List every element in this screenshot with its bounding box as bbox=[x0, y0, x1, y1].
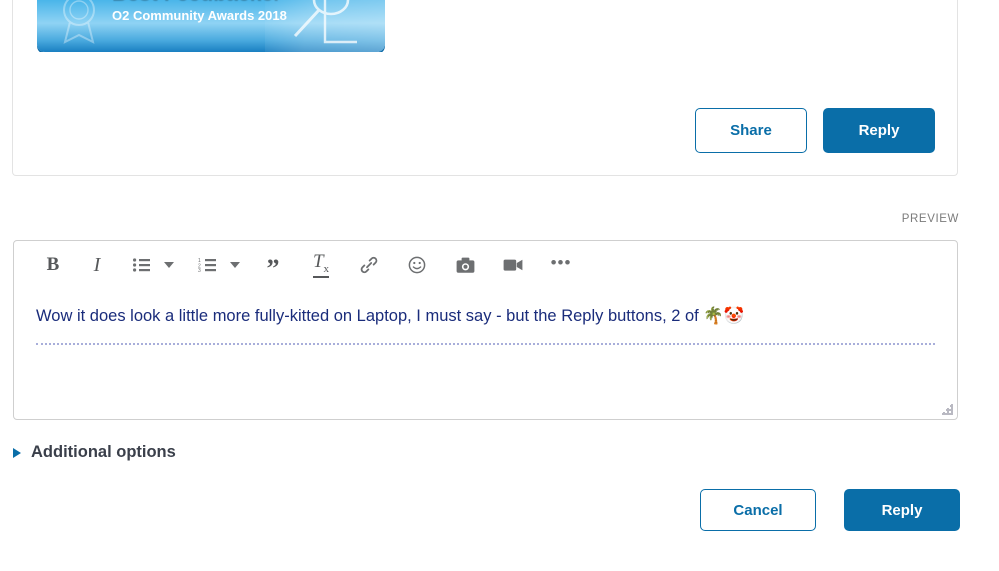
emoji-icon[interactable] bbox=[400, 248, 434, 282]
editor-resize-handle[interactable] bbox=[941, 403, 953, 415]
blockquote-icon[interactable]: ” bbox=[256, 244, 290, 286]
badge-subtitle: O2 Community Awards 2018 bbox=[112, 8, 287, 23]
chevron-right-icon bbox=[13, 447, 21, 458]
editor-divider bbox=[36, 343, 935, 346]
post-actions: Share Reply bbox=[695, 108, 935, 153]
post-card: Best Feedbacker O2 Community Awards 2018… bbox=[12, 0, 958, 176]
submit-reply-button[interactable]: Reply bbox=[844, 489, 960, 531]
editor-text[interactable]: Wow it does look a little more fully-kit… bbox=[36, 305, 935, 327]
award-badge: Best Feedbacker O2 Community Awards 2018 bbox=[37, 0, 385, 52]
numbered-list-caret-icon[interactable] bbox=[224, 248, 246, 282]
additional-options-label: Additional options bbox=[31, 443, 176, 461]
reply-editor: B I 1 2 3 ” Tx ••• Wow it does look a li… bbox=[13, 240, 958, 420]
link-icon[interactable] bbox=[352, 248, 386, 282]
video-icon[interactable] bbox=[496, 248, 530, 282]
svg-text:3: 3 bbox=[198, 268, 201, 272]
numbered-list-icon[interactable]: 1 2 3 bbox=[190, 248, 224, 282]
share-button[interactable]: Share bbox=[695, 108, 807, 153]
clear-formatting-letter: T bbox=[312, 251, 324, 273]
preview-toggle[interactable]: PREVIEW bbox=[902, 213, 959, 225]
clear-formatting-icon[interactable]: Tx bbox=[304, 248, 338, 282]
bold-icon[interactable]: B bbox=[36, 248, 70, 282]
photo-icon[interactable] bbox=[448, 248, 482, 282]
additional-options-toggle[interactable]: Additional options bbox=[13, 443, 176, 462]
form-actions: Cancel Reply bbox=[700, 489, 960, 531]
post-reply-button[interactable]: Reply bbox=[823, 108, 935, 153]
clear-formatting-subscript: x bbox=[323, 262, 330, 275]
italic-icon[interactable]: I bbox=[80, 248, 114, 282]
editor-toolbar: B I 1 2 3 ” Tx ••• bbox=[14, 241, 578, 289]
bulleted-list-caret-icon[interactable] bbox=[158, 248, 180, 282]
award-ribbon-icon bbox=[63, 0, 95, 44]
editor-content-area[interactable]: Wow it does look a little more fully-kit… bbox=[14, 289, 957, 419]
bulleted-list-icon[interactable] bbox=[124, 248, 158, 282]
cancel-button[interactable]: Cancel bbox=[700, 489, 816, 531]
magnifier-icon bbox=[293, 0, 357, 44]
more-options-icon[interactable]: ••• bbox=[544, 246, 578, 285]
badge-title: Best Feedbacker bbox=[112, 0, 282, 6]
